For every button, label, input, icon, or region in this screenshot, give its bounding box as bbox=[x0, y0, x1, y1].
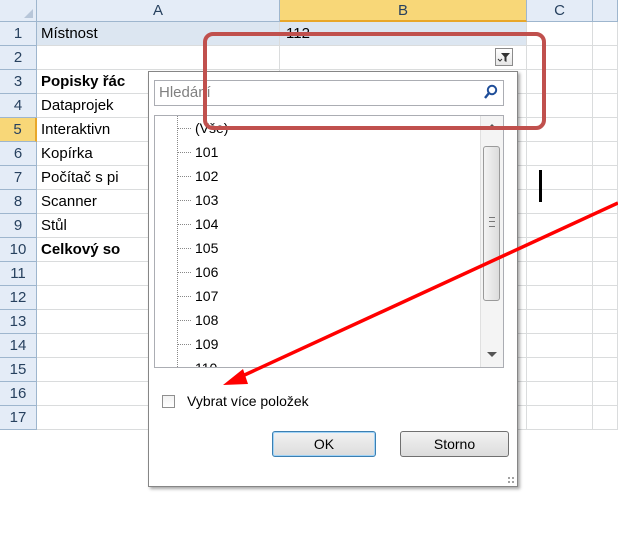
spreadsheet: A B C 1 2 3 4 5 6 7 8 9 10 11 12 13 14 15 16 17 Místnost… bbox=[0, 0, 618, 552]
annotation-arrow bbox=[223, 201, 618, 385]
